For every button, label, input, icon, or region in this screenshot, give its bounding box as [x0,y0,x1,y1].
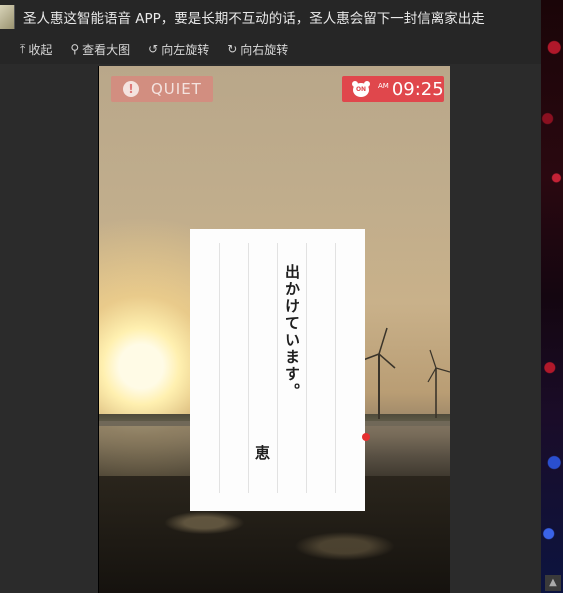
side-background-image: ▲ [541,0,563,593]
letter-message: 出かけています。 [283,264,301,400]
upload-icon: ⤒ [20,41,26,56]
on-label: ON [355,86,367,93]
image-toolbar: ⤒ 收起 ⚲ 查看大图 ↺ 向左旋转 ↻ 向右旋转 [0,34,541,64]
letter-rule [335,243,336,493]
rotate-left-icon: ↺ [148,42,159,56]
letter-rule [277,243,278,493]
phone-screenshot[interactable]: ! QUIET ON AM 09:25 出かけています。 恵 [98,66,450,593]
collapse-label: 收起 [28,42,53,57]
wind-turbine-icon [427,349,450,418]
rotate-right-label: 向右旋转 [240,42,289,57]
view-large-button[interactable]: ⚲ 查看大图 [70,41,130,58]
view-large-label: 查看大图 [82,42,131,57]
letter-rule [248,243,249,493]
rotate-right-button[interactable]: ↻ 向右旋转 [227,41,288,58]
farewell-letter[interactable]: 出かけています。 恵 [190,229,365,511]
rotate-left-button[interactable]: ↺ 向左旋转 [148,41,209,58]
bear-icon: ON [352,81,370,97]
wind-turbine-icon [362,327,396,419]
rotate-left-label: 向左旋转 [161,42,210,57]
collapse-button[interactable]: ⤒ 收起 [20,41,52,58]
search-icon: ⚲ [70,42,80,56]
notification-dot [362,433,370,441]
letter-rule [306,243,307,493]
page-title: 圣人惠这智能语音 APP，要是长期不互动的话，圣人惠会留下一封信离家出走 [23,11,485,27]
quiet-label: QUIET [151,80,202,98]
letter-rule [219,243,220,493]
rotate-right-icon: ↻ [227,42,238,56]
letter-signature: 恵 [253,445,271,460]
clock-time: 09:25 [391,78,444,100]
alert-icon: ! [123,81,139,97]
title-bar: 圣人惠这智能语音 APP，要是长期不互动的话，圣人惠会留下一封信离家出走 [0,0,541,34]
scroll-up-button[interactable]: ▲ [545,575,561,591]
avatar [0,5,15,29]
clock-badge[interactable]: ON AM 09:25 [342,76,444,102]
quiet-mode-badge[interactable]: ! QUIET [111,76,213,102]
ampm-label: AM [378,82,389,90]
